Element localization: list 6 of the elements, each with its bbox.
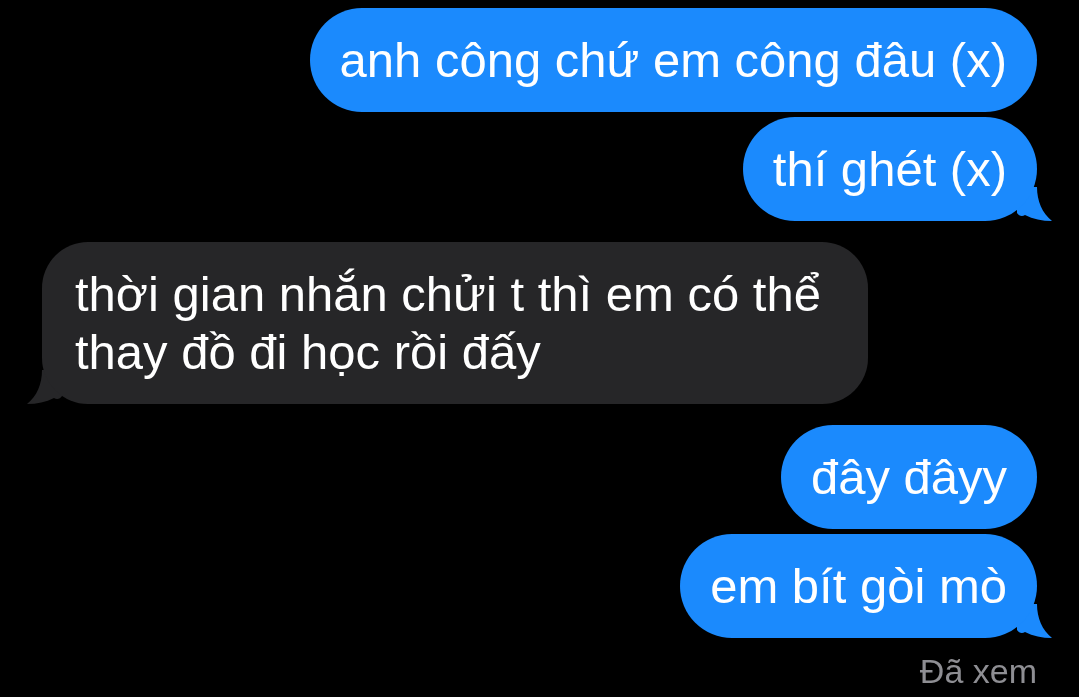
message-bubble: anh công chứ em công đâu (x) (309, 8, 1037, 112)
message-bubble: thời gian nhắn chửi t thì em có thể thay đồ đi học rồi đấy (42, 242, 868, 404)
message-bubble: em bít gòi mò (680, 534, 1037, 638)
message-bubble: đây đâyy (780, 425, 1037, 529)
message-bubble: thí ghét (x) (742, 117, 1037, 221)
read-receipt: Đã xem (919, 651, 1037, 691)
